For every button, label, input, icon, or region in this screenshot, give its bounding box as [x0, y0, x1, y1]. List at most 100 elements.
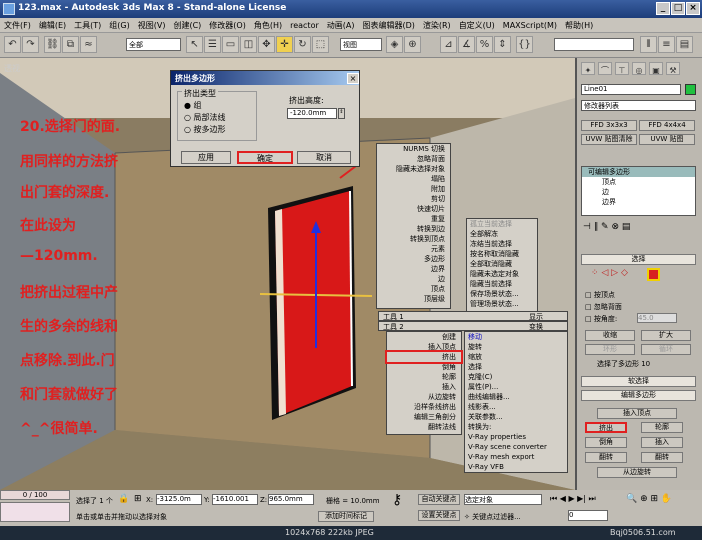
- quad-item[interactable]: 忽略背面: [377, 154, 450, 164]
- selection-filter-dropdown[interactable]: 全部: [126, 38, 181, 51]
- current-frame-input[interactable]: 0: [568, 510, 608, 521]
- key-filters-button[interactable]: ✧ 关键点过滤器...: [464, 512, 521, 522]
- dialog-close-icon[interactable]: ×: [347, 73, 359, 84]
- quad-item[interactable]: 旋转: [465, 342, 567, 352]
- quad-item[interactable]: 转换到边: [377, 224, 450, 234]
- add-time-tag-button[interactable]: 添加时间标记: [318, 511, 374, 522]
- menu-character[interactable]: 角色(H): [250, 18, 286, 31]
- hierarchy-tab-icon[interactable]: ⊤: [615, 62, 629, 75]
- quad-item[interactable]: 剪切: [377, 194, 450, 204]
- unlink-icon[interactable]: ⧉: [62, 36, 79, 53]
- object-color-swatch[interactable]: [685, 84, 696, 95]
- menu-file[interactable]: 文件(F): [0, 18, 35, 31]
- flip-normals-button[interactable]: 翻转: [641, 452, 683, 463]
- quad-item[interactable]: 管理场景状态...: [467, 299, 537, 309]
- hinge-from-edge-button[interactable]: 从边旋转: [597, 467, 677, 478]
- window-crossing-icon[interactable]: ◫: [240, 36, 257, 53]
- link-icon[interactable]: ⛓: [44, 36, 61, 53]
- extrude-height-input[interactable]: -120.0mm: [287, 108, 337, 119]
- quad-item[interactable]: 克隆(C): [465, 372, 567, 382]
- minimize-button[interactable]: _: [656, 2, 670, 15]
- quad-item[interactable]: 重复: [377, 214, 450, 224]
- ignore-backfacing-checkbox[interactable]: □ 忽略背面: [585, 302, 622, 312]
- x-coordinate-input[interactable]: -3125.0m: [156, 494, 202, 505]
- rect-selection-icon[interactable]: ▭: [222, 36, 239, 53]
- quad-item[interactable]: 转换到顶点: [377, 234, 450, 244]
- by-angle-checkbox[interactable]: □ 按角度:: [585, 314, 617, 324]
- menu-reactor[interactable]: reactor: [286, 19, 323, 30]
- by-vertex-checkbox[interactable]: □ 按顶点: [585, 290, 615, 300]
- quad-item[interactable]: V-Ray scene converter: [465, 442, 567, 452]
- angle-input[interactable]: 45.0: [637, 313, 677, 323]
- percent-snap-icon[interactable]: %: [476, 36, 493, 53]
- select-manipulate-icon[interactable]: ⊕: [404, 36, 421, 53]
- quad-item[interactable]: 隐藏未选择对象: [377, 164, 450, 174]
- menu-create[interactable]: 创建(C): [169, 18, 205, 31]
- stack-tools-icons[interactable]: ⊣ ∥ ✎ ⊗ ▤: [583, 222, 630, 232]
- ffd4-button[interactable]: FFD 4x4x4: [639, 120, 695, 131]
- height-spinner-icon[interactable]: ⇕: [338, 108, 345, 119]
- bevel-button[interactable]: 倒角: [585, 437, 627, 448]
- viewport-nav-icons[interactable]: 🔍 ⊕ ⊞ ✋: [626, 494, 672, 504]
- menu-views[interactable]: 视图(V): [134, 18, 170, 31]
- menu-graph-editors[interactable]: 图表编辑器(D): [358, 18, 418, 31]
- radio-group[interactable]: ● 组: [184, 100, 202, 111]
- menu-modifiers[interactable]: 修改器(O): [205, 18, 250, 31]
- absolute-mode-icon[interactable]: ⊞: [134, 494, 142, 504]
- redo-icon[interactable]: ↷: [22, 36, 39, 53]
- menu-tools[interactable]: 工具(T): [70, 18, 105, 31]
- menu-customize[interactable]: 自定义(U): [455, 18, 499, 31]
- time-slider[interactable]: 0 / 100: [0, 490, 70, 500]
- menu-maxscript[interactable]: MAXScript(M): [499, 19, 561, 30]
- quad-item[interactable]: 插入: [387, 382, 461, 392]
- uvw-clear-button[interactable]: UVW 贴图清除: [581, 134, 637, 145]
- quad-item[interactable]: 关联参数...: [465, 412, 567, 422]
- uvw-map-button[interactable]: UVW 贴图: [639, 134, 695, 145]
- select-by-name-icon[interactable]: ☰: [204, 36, 221, 53]
- outline-button[interactable]: 轮廓: [641, 422, 683, 433]
- select-move-icon[interactable]: ✥: [258, 36, 275, 53]
- named-selection-sets-dropdown[interactable]: [554, 38, 634, 51]
- quad-item[interactable]: 编辑三角剖分: [387, 412, 461, 422]
- quad-item[interactable]: 顶层级: [377, 294, 450, 304]
- align-icon[interactable]: ≡: [658, 36, 675, 53]
- stack-item[interactable]: 边: [582, 187, 695, 197]
- create-tab-icon[interactable]: ✦: [581, 62, 595, 75]
- quad-item[interactable]: 多边形: [377, 254, 450, 264]
- stack-item[interactable]: 可编辑多边形: [582, 167, 695, 177]
- motion-tab-icon[interactable]: ◎: [632, 62, 646, 75]
- maximize-button[interactable]: □: [671, 2, 685, 15]
- loop-button[interactable]: 循环: [641, 344, 691, 355]
- quad-item[interactable]: 边界: [377, 264, 450, 274]
- quad-item[interactable]: 按名称取消隐藏: [467, 249, 537, 259]
- maxscript-listener[interactable]: [0, 502, 70, 522]
- undo-icon[interactable]: ↶: [4, 36, 21, 53]
- spinner-snap-icon[interactable]: ⇕: [494, 36, 511, 53]
- insert-vertex-button[interactable]: 插入顶点: [597, 408, 677, 419]
- quad-item-move[interactable]: 移动: [465, 332, 567, 342]
- key-filter-dropdown[interactable]: 选定对象: [464, 494, 542, 505]
- quad-item[interactable]: V-Ray mesh export: [465, 452, 567, 462]
- z-coordinate-input[interactable]: 965.0mm: [268, 494, 314, 505]
- mirror-icon[interactable]: ⫴: [640, 36, 657, 53]
- scale-icon[interactable]: ⬚: [312, 36, 329, 53]
- modify-tab-icon[interactable]: ⌒: [598, 62, 612, 75]
- quad-item[interactable]: 冻结当前选择: [467, 239, 537, 249]
- shrink-button[interactable]: 收缩: [585, 330, 635, 341]
- quad-item[interactable]: 插入顶点: [387, 342, 461, 352]
- layer-icon[interactable]: ▤: [676, 36, 693, 53]
- set-key-button[interactable]: 设置关键点: [418, 510, 460, 521]
- viewport-label[interactable]: 透视: [4, 63, 20, 74]
- quad-item[interactable]: 创建: [387, 332, 461, 342]
- menu-animation[interactable]: 动画(A): [323, 18, 359, 31]
- lock-selection-icon[interactable]: 🔒: [118, 494, 129, 504]
- select-move-active-icon[interactable]: ✛: [276, 36, 293, 53]
- ffd3-button[interactable]: FFD 3x3x3: [581, 120, 637, 131]
- angle-snap-icon[interactable]: ∡: [458, 36, 475, 53]
- ok-button[interactable]: 确定: [237, 151, 293, 164]
- rotate-icon[interactable]: ↻: [294, 36, 311, 53]
- quad-item[interactable]: 翻转法线: [387, 422, 461, 432]
- quad-item[interactable]: NURMS 切换: [377, 144, 450, 154]
- quad-item[interactable]: 顶点: [377, 284, 450, 294]
- quad-item[interactable]: 从边旋转: [387, 392, 461, 402]
